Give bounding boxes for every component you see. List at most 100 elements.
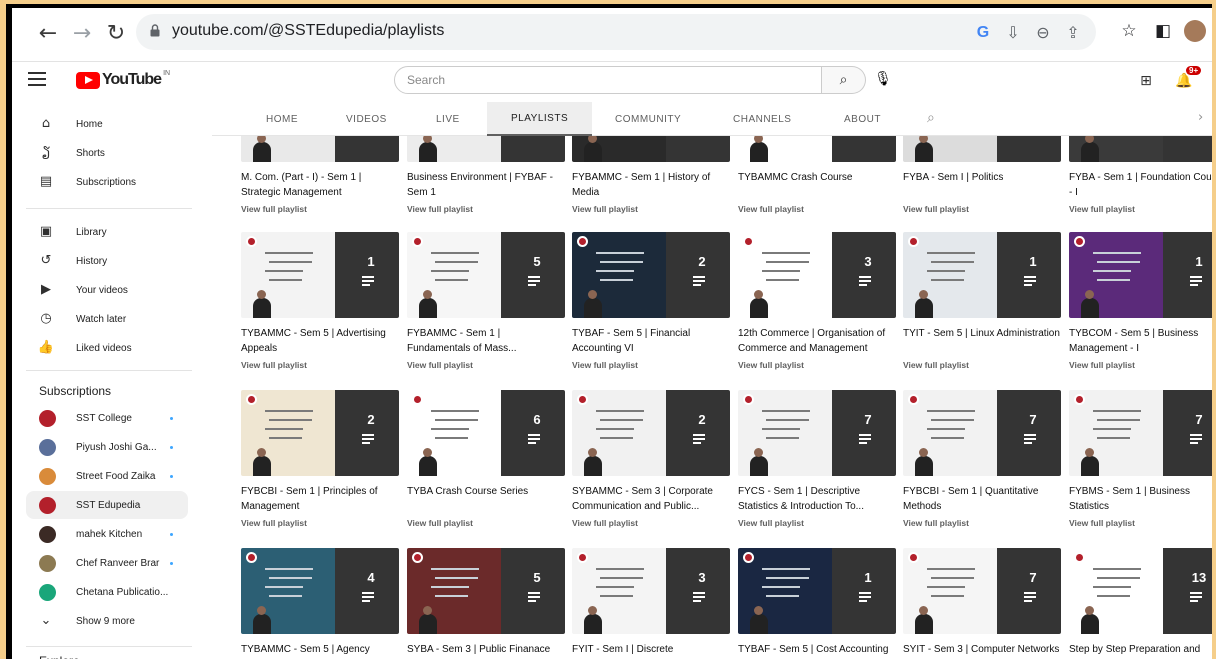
view-full-playlist-link[interactable]: View full playlist [738,518,896,528]
sidebar-item-subscription-sst-edupedia[interactable]: SST Edupedia [26,491,188,519]
zoom-icon[interactable]: ⊖ [1032,22,1054,44]
playlist-title[interactable]: FYBAMMC - Sem 1 | Fundamentals of Mass..… [407,326,565,356]
playlist-thumbnail[interactable] [407,136,565,162]
view-full-playlist-link[interactable]: View full playlist [407,204,565,214]
playlist-card[interactable]: 4TYBAMMC - Sem 5 | Agency ManagementView… [241,548,399,659]
playlist-card[interactable]: 2 FYBCBI - Sem 1 | Principles of Manageme… [241,390,399,528]
sidebar-item-subscriptions[interactable]: ▤ Subscriptions [12,168,202,196]
playlist-card[interactable]: 3 12th Commerce | Organisation of Commerc… [738,232,896,370]
playlist-card[interactable]: 5SYBA - Sem 3 | Public FinanaceView full… [407,548,565,659]
playlist-title[interactable]: TYBAF - Sem 5 | Financial Accounting VI [572,326,730,356]
playlist-title[interactable]: SYIT - Sem 3 | Computer Networks [903,642,1061,659]
playlist-title[interactable]: FYIT - Sem I | Discrete Mathematics [572,642,730,659]
playlist-thumbnail[interactable]: 1 [903,232,1061,318]
playlist-title[interactable]: FYBCBI - Sem 1 | Quantitative Methods [903,484,1061,514]
tab-channels[interactable]: CHANNELS [723,102,801,136]
playlist-card[interactable]: M. Com. (Part - I) - Sem 1 | Strategic M… [241,136,399,214]
sidebar-item-subscription-mahek-kitchen[interactable]: mahek Kitchen [12,520,202,548]
view-full-playlist-link[interactable]: View full playlist [241,518,399,528]
view-full-playlist-link[interactable]: View full playlist [903,360,1061,370]
playlist-thumbnail[interactable]: 2 [241,390,399,476]
playlist-title[interactable]: TYBAMMC - Sem 5 | Agency Management [241,642,399,659]
playlist-card[interactable]: 7 FYBMS - Sem 1 | Business Statistics View… [1069,390,1212,528]
playlist-thumbnail[interactable]: 1 [738,548,896,634]
tab-community[interactable]: COMMUNITY [605,102,691,136]
playlist-title[interactable]: FYBA - Sem 1 | Foundation Course - I [1069,170,1212,200]
sidebar-item-subscription-chef-ranveer-brar[interactable]: Chef Ranveer Brar [12,549,202,577]
playlist-title[interactable]: FYBMS - Sem 1 | Business Statistics [1069,484,1212,514]
view-full-playlist-link[interactable]: View full playlist [738,204,896,214]
channel-search-icon[interactable]: ⌕ [927,110,935,126]
sidebar-item-subscription-piyush-joshi-ga[interactable]: Piyush Joshi Ga... [12,433,202,461]
playlist-thumbnail[interactable] [1069,136,1212,162]
sidebar-item-watch-later[interactable]: ◷ Watch later [12,305,202,333]
playlist-thumbnail[interactable]: 1 [241,232,399,318]
playlist-title[interactable]: FYCS - Sem 1 | Descriptive Statistics & … [738,484,896,514]
playlist-title[interactable]: TYBAMMC - Sem 5 | Advertising Appeals [241,326,399,356]
sidebar-item-subscription-street-food-zaika[interactable]: Street Food Zaika [12,462,202,490]
view-full-playlist-link[interactable]: View full playlist [1069,518,1212,528]
playlist-card[interactable]: 7SYIT - Sem 3 | Computer NetworksView fu… [903,548,1061,659]
playlist-thumbnail[interactable]: 7 [738,390,896,476]
install-app-icon[interactable]: ⇩ [1002,22,1024,44]
tab-videos[interactable]: VIDEOS [336,102,397,136]
side-panel-icon[interactable]: ◧ [1150,18,1176,44]
profile-avatar[interactable] [1184,20,1206,42]
view-full-playlist-link[interactable]: View full playlist [1069,204,1212,214]
playlist-thumbnail[interactable]: 7 [903,390,1061,476]
playlist-thumbnail[interactable]: 13 [1069,548,1212,634]
sidebar-item-liked-videos[interactable]: 👍 Liked videos [12,334,202,362]
playlist-title[interactable]: M. Com. (Part - I) - Sem 1 | Strategic M… [241,170,399,200]
view-full-playlist-link[interactable]: View full playlist [903,518,1061,528]
playlist-title[interactable]: FYBA - Sem I | Politics [903,170,1061,200]
back-arrow-icon[interactable]: ← [34,19,62,47]
view-full-playlist-link[interactable]: View full playlist [1069,360,1212,370]
youtube-logo[interactable]: YouTube IN [76,70,170,89]
playlist-card[interactable]: 3FYIT - Sem I | Discrete MathematicsView… [572,548,730,659]
view-full-playlist-link[interactable]: View full playlist [903,204,1061,214]
playlist-title[interactable]: FYBAMMC - Sem 1 | History of Media [572,170,730,200]
share-icon[interactable]: ⇪ [1062,22,1084,44]
search-button[interactable]: ⌕ [822,66,866,94]
create-video-icon[interactable]: ⊞ [1134,70,1158,92]
playlist-thumbnail[interactable]: 5 [407,232,565,318]
search-input[interactable]: Search [394,66,822,94]
view-full-playlist-link[interactable]: View full playlist [572,360,730,370]
playlist-card[interactable]: TYBAMMC Crash Course View full playlist [738,136,896,214]
playlist-thumbnail[interactable] [903,136,1061,162]
tab-playlists[interactable]: PLAYLISTS [487,102,593,136]
menu-icon[interactable] [28,72,46,86]
playlist-title[interactable]: Business Environment | FYBAF - Sem 1 [407,170,565,200]
playlist-thumbnail[interactable] [241,136,399,162]
playlist-card[interactable]: 2 SYBAMMC - Sem 3 | Corporate Communicati… [572,390,730,528]
view-full-playlist-link[interactable]: View full playlist [407,360,565,370]
sidebar-item-subscription-chetana-publicatio[interactable]: Chetana Publicatio... [12,578,202,606]
chevron-right-icon[interactable]: › [1198,110,1203,125]
playlist-title[interactable]: TYIT - Sem 5 | Linux Administration [903,326,1061,356]
tab-home[interactable]: HOME [256,102,308,136]
view-full-playlist-link[interactable]: View full playlist [241,360,399,370]
playlist-card[interactable]: FYBA - Sem I | Politics View full playlis… [903,136,1061,214]
playlist-card[interactable]: FYBAMMC - Sem 1 | History of Media View f… [572,136,730,214]
address-bar[interactable]: youtube.com/@SSTEdupedia/playlists G ⇩ ⊖… [136,14,1096,50]
playlist-card[interactable]: 1 TYIT - Sem 5 | Linux Administration View… [903,232,1061,370]
playlist-thumbnail[interactable]: 6 [407,390,565,476]
sidebar-item-show-more[interactable]: ⌄ Show 9 more [12,607,202,635]
playlist-thumbnail[interactable]: 2 [572,232,730,318]
view-full-playlist-link[interactable]: View full playlist [572,204,730,214]
view-full-playlist-link[interactable]: View full playlist [241,204,399,214]
view-full-playlist-link[interactable]: View full playlist [407,518,565,528]
playlist-title[interactable]: TYBCOM - Sem 5 | Business Management - I [1069,326,1212,356]
tab-live[interactable]: LIVE [426,102,470,136]
sidebar-item-your-videos[interactable]: ▶ Your videos [12,276,202,304]
playlist-thumbnail[interactable]: 5 [407,548,565,634]
playlist-card[interactable]: 1 TYBCOM - Sem 5 | Business Management - … [1069,232,1212,370]
playlist-card[interactable]: FYBA - Sem 1 | Foundation Course - I View… [1069,136,1212,214]
playlist-card[interactable]: 7 FYBCBI - Sem 1 | Quantitative Methods Vi… [903,390,1061,528]
playlist-card[interactable]: 13 Step by Step Preparation and Guideline… [1069,548,1212,659]
playlist-card[interactable]: 1TYBAF - Sem 5 | Cost AccountingView ful… [738,548,896,659]
voice-search-icon[interactable]: 🎙 [872,68,894,90]
sidebar-item-history[interactable]: ↺ History [12,247,202,275]
playlist-card[interactable]: 2 TYBAF - Sem 5 | Financial Accounting VI… [572,232,730,370]
playlist-title[interactable]: Step by Step Preparation and Guidelines … [1069,642,1212,659]
